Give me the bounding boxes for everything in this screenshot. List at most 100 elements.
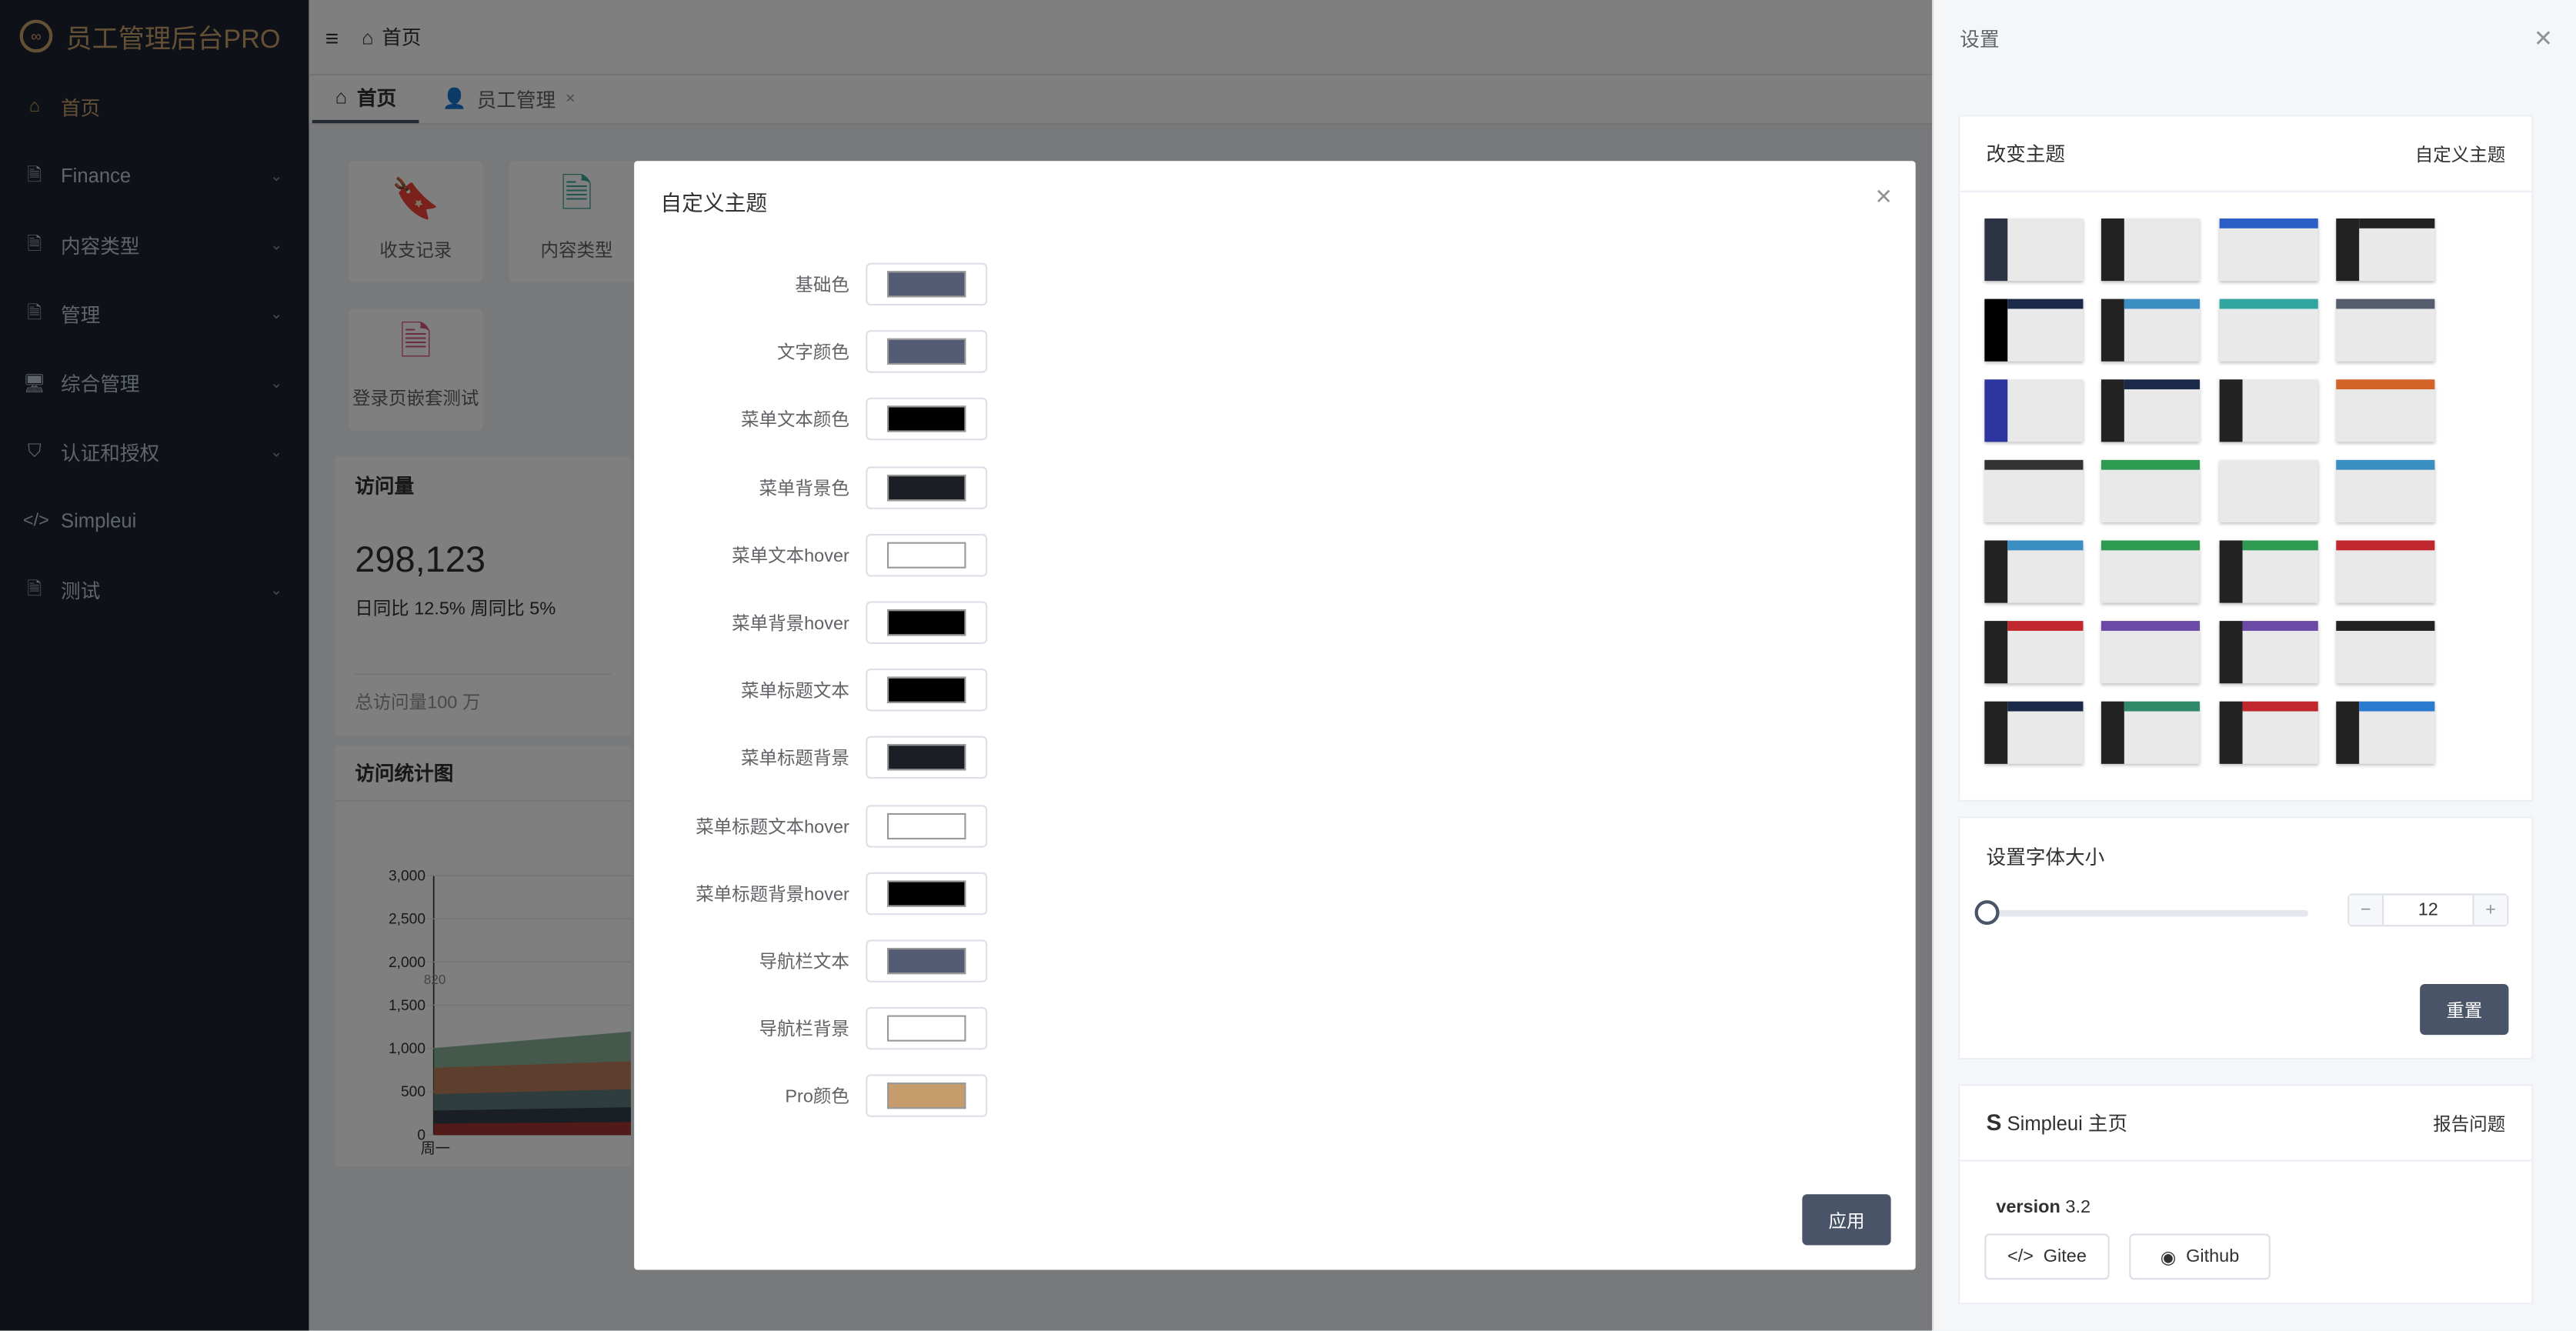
color-label: 菜单背景hover: [732, 614, 849, 635]
theme-navbar-preview: [2101, 540, 2201, 551]
theme-option[interactable]: [1984, 379, 2084, 442]
github-button[interactable]: ◉ Github: [2129, 1233, 2271, 1280]
code-icon: </>: [2007, 1246, 2034, 1267]
color-picker[interactable]: [866, 262, 988, 306]
theme-option[interactable]: [2101, 540, 2201, 603]
theme-sidebar-preview: [2218, 540, 2242, 603]
theme-option[interactable]: [2101, 379, 2201, 442]
theme-option[interactable]: [1984, 621, 2084, 684]
theme-navbar-preview: [2218, 218, 2317, 229]
font-size-value[interactable]: 12: [2382, 895, 2474, 926]
color-swatch: [887, 609, 966, 636]
theme-option[interactable]: [1984, 540, 2084, 603]
theme-option[interactable]: [2218, 218, 2317, 282]
close-icon[interactable]: ✕: [2534, 24, 2553, 52]
color-label: 菜单标题背景hover: [696, 885, 849, 906]
theme-option[interactable]: [2218, 459, 2317, 522]
color-row: 菜单背景色: [634, 465, 1028, 509]
color-picker[interactable]: [866, 804, 988, 847]
theme-sidebar-preview: [2218, 379, 2242, 442]
custom-theme-link[interactable]: 自定义主题: [2415, 141, 2505, 167]
theme-option[interactable]: [2336, 379, 2435, 442]
theme-option[interactable]: [2101, 459, 2201, 522]
theme-option[interactable]: [2101, 621, 2201, 684]
theme-option[interactable]: [1984, 459, 2084, 522]
color-swatch: [887, 812, 966, 839]
color-picker[interactable]: [866, 669, 988, 712]
theme-option[interactable]: [2101, 299, 2201, 362]
color-row: 菜单文本hover: [634, 533, 1028, 577]
theme-navbar-preview: [2241, 701, 2317, 712]
color-picker[interactable]: [866, 939, 988, 982]
color-row: 菜单标题文本hover: [634, 804, 1028, 847]
color-picker[interactable]: [866, 398, 988, 442]
color-picker[interactable]: [866, 736, 988, 779]
theme-sidebar-preview: [1984, 540, 2008, 603]
theme-sidebar-preview: [2218, 701, 2242, 764]
theme-option[interactable]: [1984, 218, 2084, 282]
about-title[interactable]: Simpleui 主页: [2007, 1113, 2128, 1136]
color-label: 菜单文本颜色: [740, 411, 849, 432]
color-row: 菜单背景hover: [634, 601, 1028, 644]
color-swatch: [887, 1015, 966, 1042]
color-picker[interactable]: [866, 1075, 988, 1118]
decrease-button[interactable]: −: [2349, 895, 2383, 926]
theme-navbar-preview: [2007, 299, 2084, 309]
theme-navbar-preview: [1984, 459, 2084, 470]
color-picker[interactable]: [866, 533, 988, 577]
color-swatch: [887, 271, 966, 298]
theme-option[interactable]: [2336, 299, 2435, 362]
theme-option[interactable]: [2336, 621, 2435, 684]
close-icon[interactable]: ✕: [1874, 184, 1892, 210]
color-row: 菜单标题文本: [634, 669, 1028, 712]
theme-sidebar-preview: [2336, 218, 2359, 282]
font-size-slider[interactable]: [1986, 909, 2308, 917]
theme-option[interactable]: [2336, 459, 2435, 522]
theme-sidebar-preview: [1984, 218, 2008, 282]
color-row: 导航栏背景: [634, 1007, 1028, 1050]
theme-option[interactable]: [2336, 701, 2435, 764]
color-swatch: [887, 1082, 966, 1110]
color-picker[interactable]: [866, 465, 988, 509]
color-picker[interactable]: [866, 872, 988, 915]
color-picker[interactable]: [866, 330, 988, 374]
theme-option[interactable]: [2336, 218, 2435, 282]
report-issue-link[interactable]: 报告问题: [2433, 1109, 2505, 1136]
color-label: 菜单背景色: [759, 479, 849, 499]
theme-sidebar-preview: [1984, 299, 2008, 362]
theme-option[interactable]: [1984, 299, 2084, 362]
reset-button[interactable]: 重置: [2420, 983, 2509, 1036]
theme-option[interactable]: [2101, 218, 2201, 282]
apply-button[interactable]: 应用: [1802, 1194, 1891, 1246]
about-card: S Simpleui 主页 报告问题 version 3.2 </> Gitee…: [1958, 1084, 2534, 1305]
theme-option[interactable]: [2218, 299, 2317, 362]
color-swatch: [887, 474, 966, 501]
theme-option[interactable]: [2218, 701, 2317, 764]
theme-navbar-preview: [2241, 540, 2317, 551]
theme-navbar-preview: [2336, 379, 2435, 390]
color-swatch: [887, 745, 966, 772]
color-row: 菜单标题背景: [634, 736, 1028, 779]
color-label: 文字颜色: [776, 343, 849, 364]
theme-option[interactable]: [2218, 540, 2317, 603]
theme-sidebar-preview: [1984, 621, 2008, 684]
slider-handle[interactable]: [1974, 900, 2000, 926]
color-row: 文字颜色: [634, 330, 1028, 374]
theme-option[interactable]: [2218, 621, 2317, 684]
color-picker[interactable]: [866, 601, 988, 644]
theme-title: 改变主题: [1986, 142, 2065, 166]
color-label: 菜单文本hover: [732, 546, 849, 567]
increase-button[interactable]: +: [2474, 895, 2508, 926]
theme-option[interactable]: [2336, 540, 2435, 603]
theme-card: 改变主题 自定义主题: [1958, 115, 2534, 802]
color-label: 基础色: [795, 275, 849, 296]
font-size-title: 设置字体大小: [1986, 845, 2105, 869]
color-picker[interactable]: [866, 1007, 988, 1050]
dialog-title: 自定义主题: [660, 190, 768, 215]
theme-option[interactable]: [2101, 701, 2201, 764]
theme-option[interactable]: [2218, 379, 2317, 442]
color-label: 菜单标题背景: [740, 749, 849, 770]
theme-sidebar-preview: [2101, 701, 2125, 764]
gitee-button[interactable]: </> Gitee: [1984, 1233, 2110, 1280]
theme-option[interactable]: [1984, 701, 2084, 764]
